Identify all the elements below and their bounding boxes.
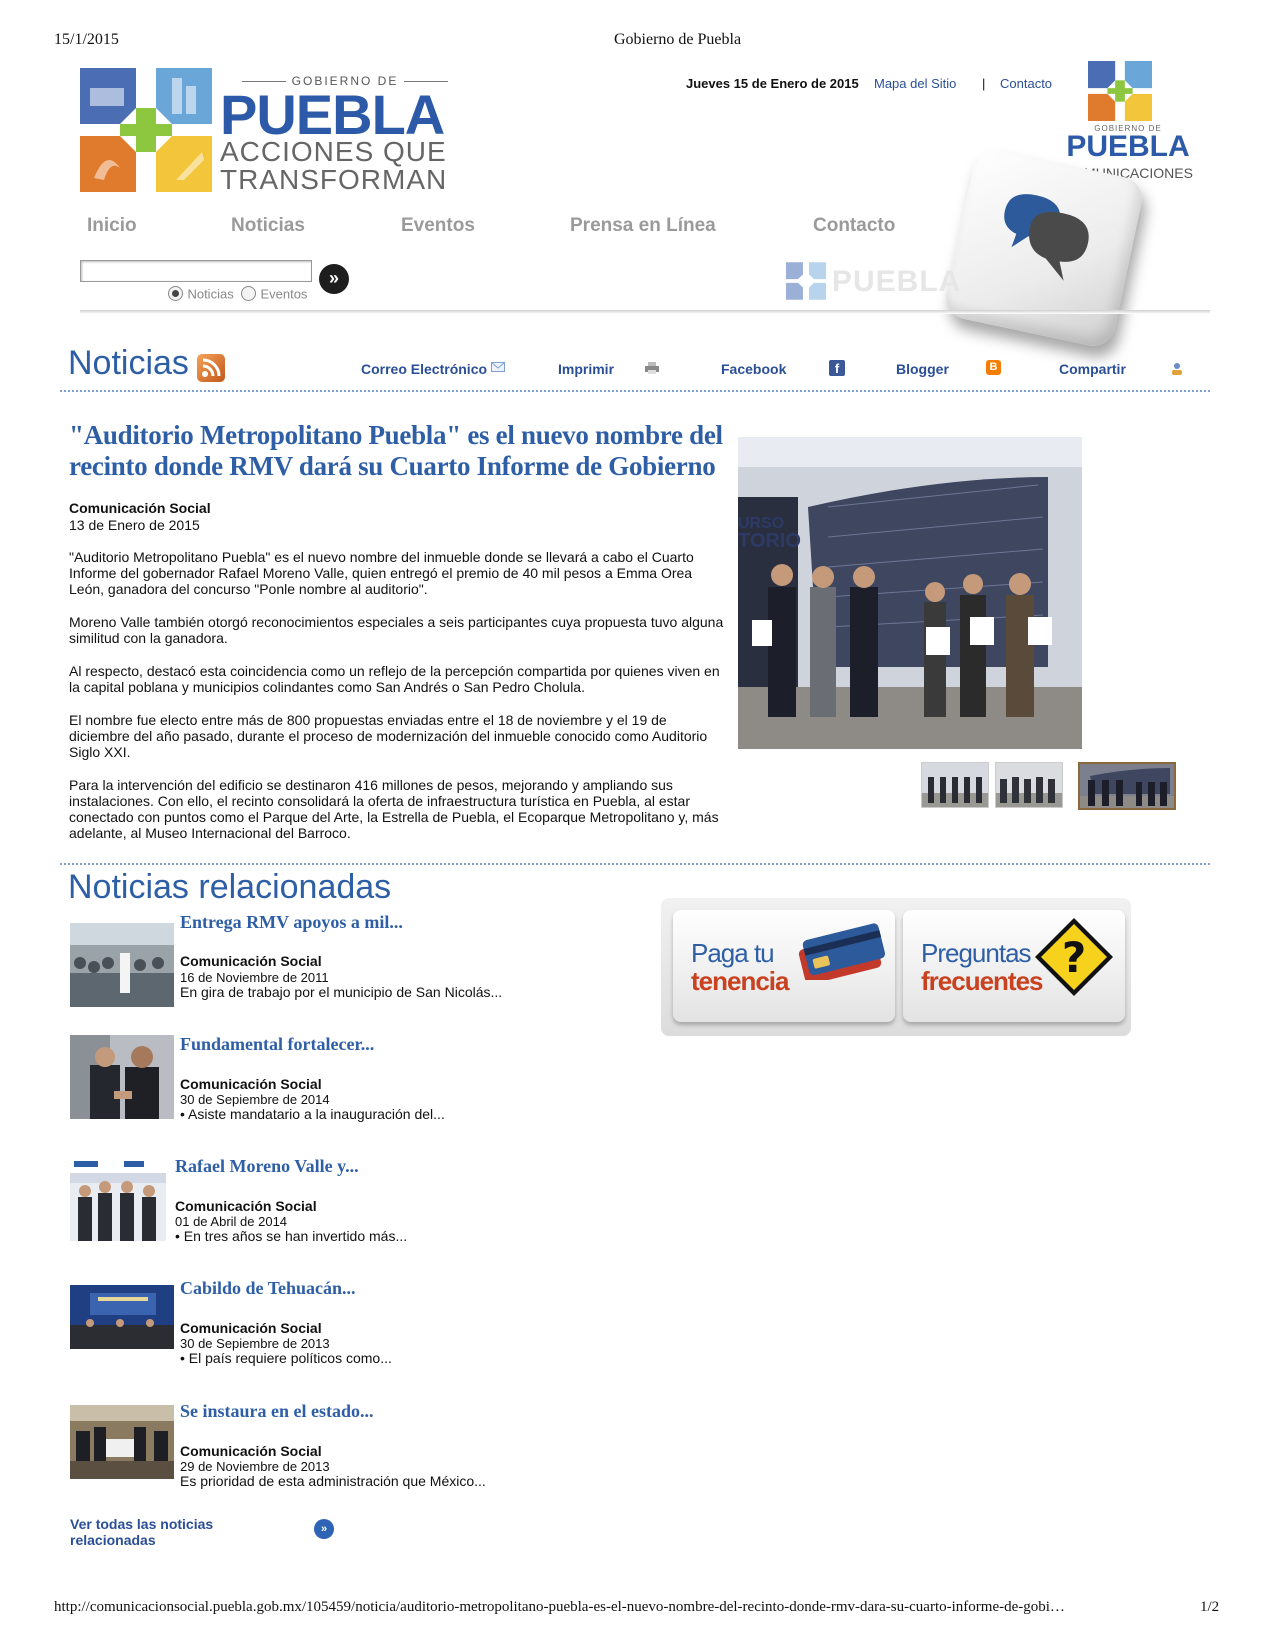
print-page-number: 1/2 xyxy=(1200,1599,1220,1615)
tenencia-line-1: Paga tu xyxy=(691,938,775,968)
paga-tenencia-banner[interactable]: Paga tu tenencia xyxy=(673,910,895,1022)
related-section-title: Noticias relacionadas xyxy=(68,868,392,906)
radio-unselected-icon xyxy=(241,286,256,302)
share-icon[interactable] xyxy=(1170,362,1184,375)
search-submit-button[interactable]: » xyxy=(319,264,349,294)
article-paragraph: Para la intervención del edificio se des… xyxy=(69,777,719,841)
search-option-noticias[interactable]: Noticias xyxy=(168,285,234,303)
com-logo-puebla: PUEBLA xyxy=(1066,130,1190,163)
nav-inicio[interactable]: Inicio xyxy=(87,215,137,237)
share-blogger-link[interactable]: Blogger xyxy=(896,361,949,377)
related-date: 30 de Sepiembre de 2013 xyxy=(180,1336,330,1351)
printer-icon[interactable] xyxy=(645,362,659,374)
section-divider xyxy=(60,390,1210,392)
faint-puebla-logo: PUEBLA xyxy=(832,265,962,298)
radio-selected-icon xyxy=(168,286,183,302)
related-divider xyxy=(60,863,1210,865)
logo-tiles-icon xyxy=(80,68,212,192)
nav-prensa-en-linea[interactable]: Prensa en Línea xyxy=(570,215,716,237)
related-headline[interactable]: Se instaura en el estado... xyxy=(180,1401,374,1422)
photo-sign-line-2: TORIO xyxy=(738,530,801,552)
related-thumbnail[interactable] xyxy=(70,1035,174,1119)
see-all-arrow-icon[interactable]: » xyxy=(314,1519,334,1539)
share-facebook-link[interactable]: Facebook xyxy=(721,361,786,377)
article-photo[interactable]: URSO TORIO xyxy=(738,437,1082,749)
speech-bubbles-icon xyxy=(1004,194,1089,281)
blogger-icon[interactable]: B xyxy=(986,360,1001,375)
article-author: Comunicación Social xyxy=(69,500,211,516)
section-title: Noticias xyxy=(68,344,189,382)
related-date: 16 de Noviembre de 2011 xyxy=(180,970,329,985)
nav-noticias[interactable]: Noticias xyxy=(231,215,305,237)
search-input[interactable] xyxy=(80,260,312,282)
gobierno-puebla-logo[interactable]: GOBIERNO DE PUEBLA ACCIONES QUE TRANSFOR… xyxy=(80,68,460,195)
contact-link[interactable]: Contacto xyxy=(1000,76,1052,91)
article-paragraph: "Auditorio Metropolitano Puebla" es el n… xyxy=(69,549,694,597)
nav-contacto[interactable]: Contacto xyxy=(813,215,895,237)
preguntas-frecuentes-banner[interactable]: ? Preguntas frecuentes xyxy=(903,910,1125,1022)
related-headline[interactable]: Entrega RMV apoyos a mil... xyxy=(180,912,403,933)
tenencia-line-2: tenencia xyxy=(691,966,789,996)
related-headline[interactable]: Fundamental fortalecer... xyxy=(180,1034,374,1055)
see-all-related-link[interactable]: Ver todas las noticias relacionadas xyxy=(70,1516,213,1548)
chat-keycap-icon[interactable] xyxy=(941,145,1147,351)
gallery-thumbnail[interactable] xyxy=(921,762,989,808)
logo-tagline-2: TRANSFORMAN xyxy=(220,164,448,195)
article-date: 13 de Enero de 2015 xyxy=(69,517,200,533)
preguntas-line-2: frecuentes xyxy=(921,966,1043,996)
related-summary: • En tres años se han invertido más... xyxy=(175,1228,408,1244)
article-title: "Auditorio Metropolitano Puebla" es el n… xyxy=(69,420,723,481)
related-headline[interactable]: Cabildo de Tehuacán... xyxy=(180,1278,356,1299)
comunicaciones-logo[interactable]: GOBIERNO DE PUEBLA COMUNICACIONES xyxy=(1058,60,1198,181)
related-author: Comunicación Social xyxy=(180,1076,322,1092)
comunicaciones-tiles-icon xyxy=(1088,60,1152,122)
related-summary: En gira de trabajo por el municipio de S… xyxy=(180,984,503,1000)
email-icon[interactable] xyxy=(491,362,505,374)
header-divider xyxy=(80,310,1210,314)
gallery-thumbnail[interactable] xyxy=(995,762,1063,808)
faint-logo-tiles-icon xyxy=(786,262,826,300)
see-all-line-2: relacionadas xyxy=(70,1532,156,1548)
related-date: 29 de Noviembre de 2013 xyxy=(180,1459,330,1474)
related-author: Comunicación Social xyxy=(175,1198,317,1214)
share-email-link[interactable]: Correo Electrónico xyxy=(361,361,487,377)
share-print-link[interactable]: Imprimir xyxy=(558,361,614,377)
related-date: 30 de Sepiembre de 2014 xyxy=(180,1092,330,1107)
print-title: Gobierno de Puebla xyxy=(614,31,742,48)
nav-eventos[interactable]: Eventos xyxy=(401,215,475,237)
credit-cards-icon xyxy=(798,923,886,980)
facebook-icon[interactable]: f xyxy=(829,360,845,376)
related-thumbnail[interactable] xyxy=(70,1285,174,1349)
preguntas-line-1: Preguntas xyxy=(921,938,1032,968)
see-all-line-1: Ver todas las noticias xyxy=(70,1516,214,1532)
search-option-eventos[interactable]: Eventos xyxy=(241,285,307,303)
related-author: Comunicación Social xyxy=(180,1443,322,1459)
related-thumbnail[interactable] xyxy=(70,923,174,1007)
article-paragraph: Moreno Valle también otorgó reconocimien… xyxy=(69,614,724,646)
search-option-noticias-label: Noticias xyxy=(187,286,234,302)
article-paragraph: El nombre fue electo entre más de 800 pr… xyxy=(69,712,708,760)
article-photo-image xyxy=(738,437,1082,749)
related-thumbnail[interactable] xyxy=(70,1405,174,1479)
utility-separator: | xyxy=(982,76,986,91)
svg-text:?: ? xyxy=(1062,933,1086,982)
related-author: Comunicación Social xyxy=(180,953,322,969)
related-author: Comunicación Social xyxy=(180,1320,322,1336)
related-headline[interactable]: Rafael Moreno Valle y... xyxy=(175,1156,359,1177)
related-summary: • Asiste mandatario a la inauguración de… xyxy=(180,1106,445,1122)
share-compartir-link[interactable]: Compartir xyxy=(1059,361,1126,377)
related-summary: • El país requiere políticos como... xyxy=(180,1350,392,1366)
related-summary: Es prioridad de esta administración que … xyxy=(180,1473,486,1489)
print-date: 15/1/2015 xyxy=(54,31,119,48)
article-paragraph: Al respecto, destacó esta coincidencia c… xyxy=(69,663,720,695)
related-date: 01 de Abril de 2014 xyxy=(175,1214,288,1229)
question-sign-icon: ? xyxy=(1035,918,1113,996)
rss-icon[interactable] xyxy=(197,354,225,382)
current-date: Jueves 15 de Enero de 2015 xyxy=(686,76,859,91)
print-url: http://comunicacionsocial.puebla.gob.mx/… xyxy=(54,1599,1065,1615)
search-option-eventos-label: Eventos xyxy=(260,286,308,302)
gallery-thumbnail-selected[interactable] xyxy=(1078,762,1176,810)
sitemap-link[interactable]: Mapa del Sitio xyxy=(874,76,956,91)
related-thumbnail[interactable] xyxy=(70,1157,166,1241)
